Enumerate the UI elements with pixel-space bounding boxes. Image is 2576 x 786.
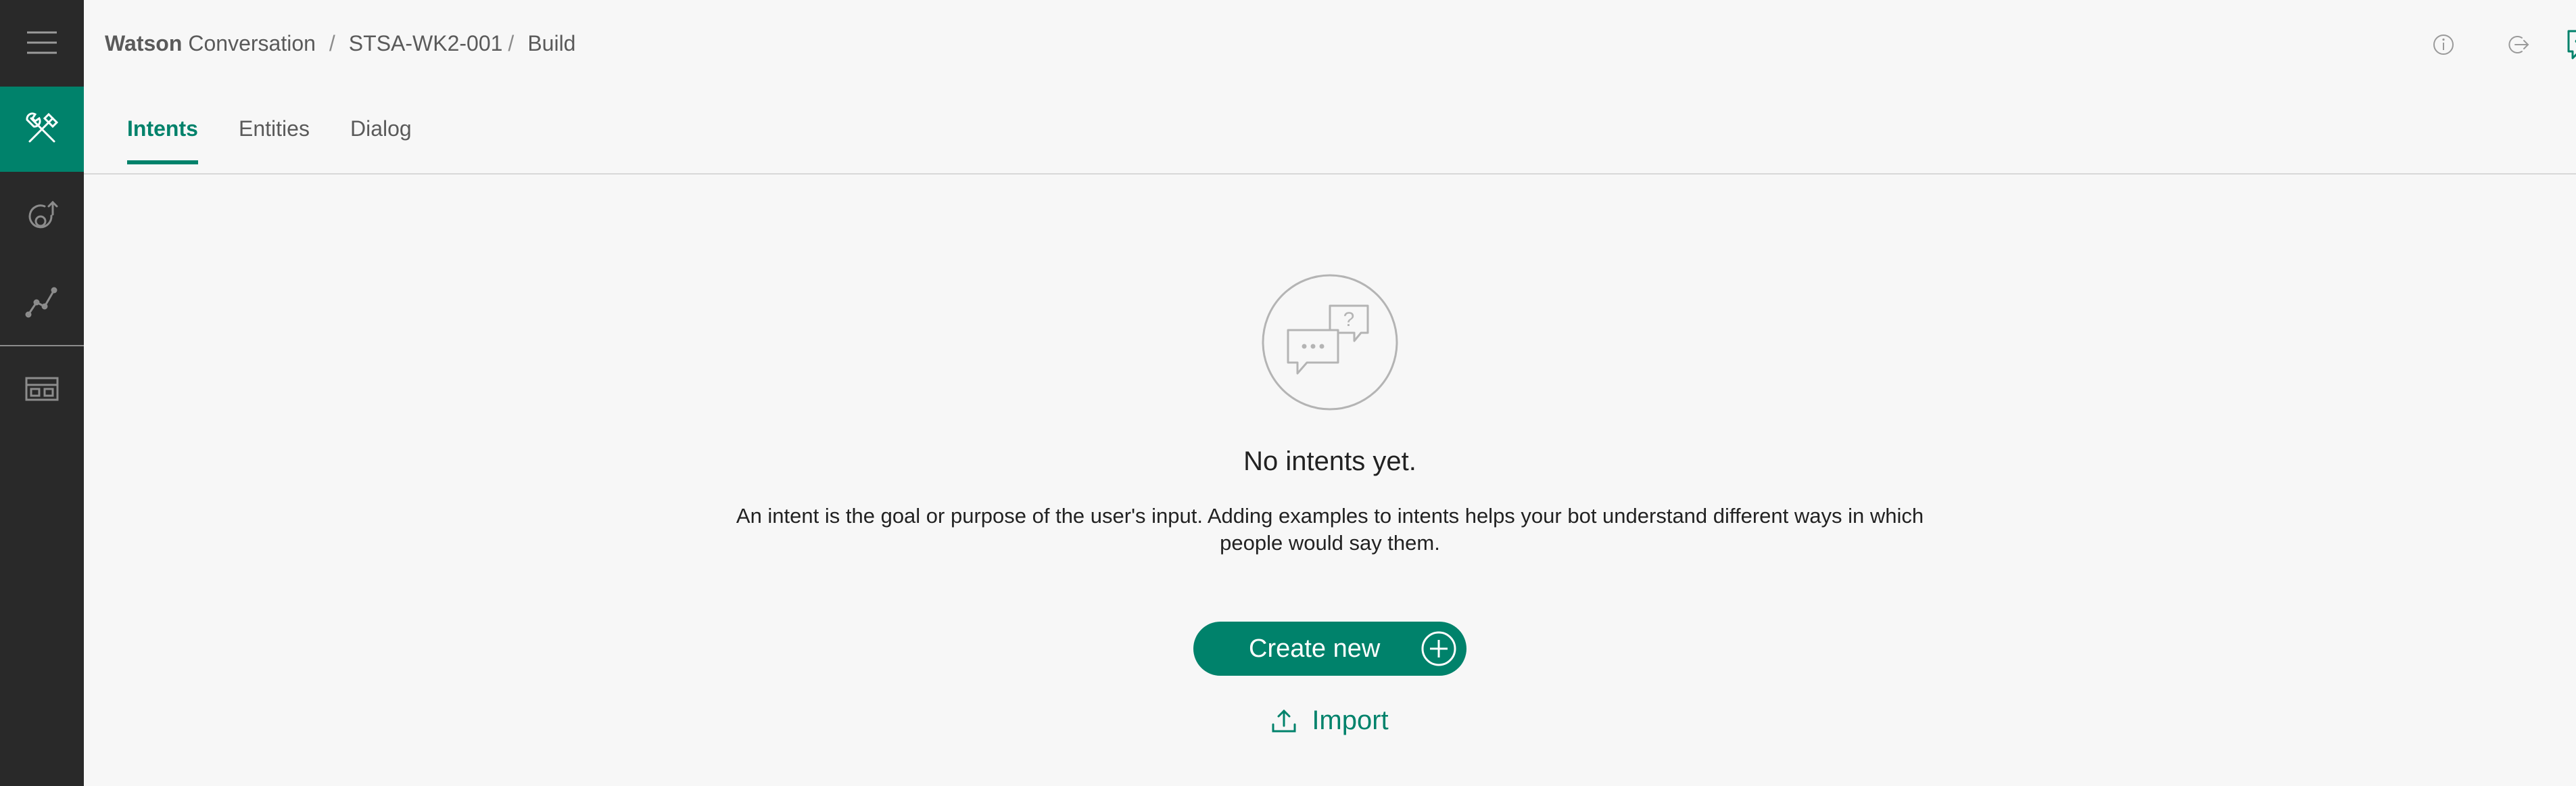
analytics-icon — [25, 287, 57, 318]
sidebar-item-improve[interactable] — [0, 175, 84, 260]
sidebar — [0, 0, 84, 786]
sidebar-item-workspaces[interactable] — [0, 346, 84, 432]
breadcrumb-page: Build — [527, 30, 576, 55]
menu-icon — [27, 31, 57, 54]
info-icon — [2433, 34, 2454, 55]
brand-name: Watson — [105, 30, 183, 55]
breadcrumb: Watson Conversation / STSA-WK2-001 / Bui… — [105, 30, 575, 57]
import-button[interactable]: Import — [1271, 706, 1389, 736]
improve-icon — [28, 200, 58, 229]
chat-icon — [2567, 30, 2576, 60]
intents-empty-icon: ? — [1262, 274, 1398, 411]
description-line: people would say them. — [1220, 531, 1440, 555]
breadcrumb-workspace[interactable]: STSA-WK2-001 — [349, 31, 503, 56]
svg-text:?: ? — [1343, 308, 1355, 331]
workspaces-icon — [25, 377, 59, 401]
import-label: Import — [1312, 706, 1389, 735]
exit-button[interactable] — [2498, 24, 2538, 65]
breadcrumb-separator: / — [508, 30, 515, 55]
description-line: An intent is the goal or purpose of the … — [736, 504, 1924, 528]
sidebar-item-build[interactable] — [0, 87, 84, 172]
menu-button[interactable] — [0, 0, 84, 85]
breadcrumb-separator: / — [329, 30, 335, 55]
create-new-button[interactable]: Create new — [1193, 622, 1466, 676]
try-it-button[interactable] — [2562, 24, 2576, 65]
tab-entities[interactable]: Entities — [239, 116, 310, 164]
create-new-label: Create new — [1249, 634, 1381, 663]
empty-title: No intents yet. — [1243, 446, 1416, 476]
build-tools-icon — [26, 112, 59, 143]
sidebar-item-analytics[interactable] — [0, 260, 84, 345]
exit-icon — [2508, 36, 2529, 53]
upload-icon — [1272, 709, 1296, 732]
tab-bar: Intents Entities Dialog — [84, 108, 2576, 175]
product-name[interactable]: Conversation — [188, 31, 316, 56]
info-button[interactable] — [2423, 24, 2464, 65]
plus-icon — [1421, 631, 1456, 666]
tab-intents[interactable]: Intents — [127, 116, 198, 164]
main-area: Watson Conversation / STSA-WK2-001 / Bui… — [84, 0, 2576, 786]
empty-description: An intent is the goal or purpose of the … — [721, 503, 1938, 557]
empty-state: ? No intents yet. An intent is the goal … — [84, 273, 2576, 736]
tab-dialog[interactable]: Dialog — [350, 116, 412, 164]
